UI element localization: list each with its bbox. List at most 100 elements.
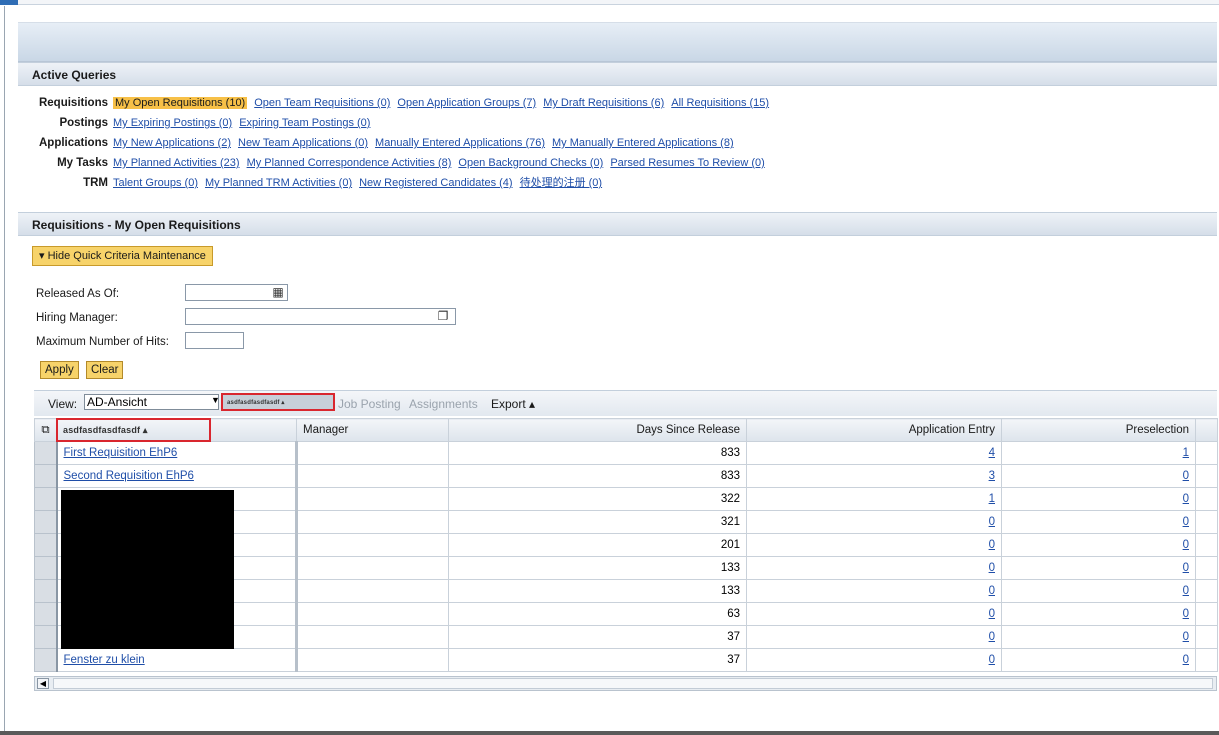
row-selector[interactable]: [34, 533, 58, 557]
days-since-release-cell: 833: [448, 441, 747, 465]
query-link[interactable]: New Team Applications (0): [238, 137, 368, 149]
application-entry-cell: 0: [746, 556, 1002, 580]
chevron-down-icon[interactable]: ▼: [211, 395, 220, 405]
manager-cell: [296, 556, 449, 580]
row-selector[interactable]: [34, 602, 58, 626]
preselection-link[interactable]: 0: [1183, 654, 1189, 666]
query-link[interactable]: Open Background Checks (0): [458, 157, 603, 169]
query-link[interactable]: My Draft Requisitions (6): [543, 97, 664, 109]
preselection-link[interactable]: 0: [1183, 493, 1189, 505]
manager-cell: [296, 441, 449, 465]
row-selector[interactable]: [34, 487, 58, 511]
query-link[interactable]: Open Team Requisitions (0): [254, 97, 390, 109]
overflow-cell: [1195, 441, 1218, 465]
days-since-release-cell: 201: [448, 533, 747, 557]
query-link[interactable]: My New Applications (2): [113, 137, 231, 149]
requisition-link[interactable]: First Requisition EhP6: [64, 447, 178, 459]
application-entry-link[interactable]: 0: [989, 562, 995, 574]
application-entry-link[interactable]: 4: [989, 447, 995, 459]
active-queries-list: Requisitions My Open Requisitions (10) Ope…: [18, 93, 1217, 193]
application-entry-cell: 1: [746, 487, 1002, 511]
overflow-cell: [1195, 487, 1218, 511]
highlighted-column-header: [56, 418, 211, 442]
overflow-cell: [1195, 579, 1218, 603]
application-entry-link[interactable]: 1: [989, 493, 995, 505]
application-entry-link[interactable]: 3: [989, 470, 995, 482]
query-link[interactable]: Open Application Groups (7): [397, 97, 536, 109]
query-link[interactable]: Manually Entered Applications (76): [375, 137, 545, 149]
preselection-link[interactable]: 0: [1183, 608, 1189, 620]
select-all-icon[interactable]: ⧉: [34, 418, 57, 442]
hiring-manager-input[interactable]: [185, 308, 456, 325]
manager-cell: [296, 579, 449, 603]
days-since-release-cell: 63: [448, 602, 747, 626]
application-entry-cell: 0: [746, 510, 1002, 534]
preselection-cell: 0: [1001, 625, 1196, 649]
preselection-link[interactable]: 0: [1183, 516, 1189, 528]
query-link[interactable]: My Planned Activities (23): [113, 157, 240, 169]
days-since-release-cell: 833: [448, 464, 747, 488]
scrollbar-thumb[interactable]: [53, 678, 1213, 689]
query-link[interactable]: All Requisitions (15): [671, 97, 769, 109]
query-link[interactable]: My Open Requisitions (10): [113, 97, 248, 109]
application-entry-link[interactable]: 0: [989, 654, 995, 666]
query-link[interactable]: Talent Groups (0): [113, 177, 198, 189]
preselection-cell: 0: [1001, 602, 1196, 626]
row-selector[interactable]: [34, 625, 58, 649]
overflow-cell: [1195, 556, 1218, 580]
redacted-area: [61, 490, 234, 649]
row-selector[interactable]: [34, 510, 58, 534]
application-entry-link[interactable]: 0: [989, 608, 995, 620]
query-link[interactable]: My Planned TRM Activities (0): [205, 177, 352, 189]
column-header-preselection[interactable]: Preselection: [1001, 418, 1196, 442]
horizontal-scrollbar[interactable]: ◀: [34, 676, 1217, 691]
requisition-link[interactable]: Fenster zu klein: [64, 654, 145, 666]
query-link[interactable]: My Expiring Postings (0): [113, 117, 232, 129]
application-entry-link[interactable]: 0: [989, 585, 995, 597]
hide-quick-criteria-button[interactable]: ▾ Hide Quick Criteria Maintenance: [32, 246, 213, 266]
query-link[interactable]: My Manually Entered Applications (8): [552, 137, 734, 149]
released-as-of-label: Released As Of:: [36, 288, 120, 300]
apply-button[interactable]: Apply: [40, 361, 79, 379]
clear-button[interactable]: Clear: [86, 361, 124, 379]
requisition-link[interactable]: Second Requisition EhP6: [64, 470, 194, 482]
column-header-overflow: [1195, 418, 1218, 442]
hiring-manager-label: Hiring Manager:: [36, 312, 118, 324]
days-since-release-cell: 322: [448, 487, 747, 511]
query-link[interactable]: Parsed Resumes To Review (0): [610, 157, 764, 169]
query-link[interactable]: Expiring Team Postings (0): [239, 117, 370, 129]
job-posting-button[interactable]: Job Posting: [338, 397, 401, 411]
row-selector[interactable]: [34, 464, 58, 488]
preselection-link[interactable]: 0: [1183, 539, 1189, 551]
query-link[interactable]: New Registered Candidates (4): [359, 177, 512, 189]
export-button[interactable]: Export ▴: [491, 397, 535, 411]
preselection-link[interactable]: 0: [1183, 585, 1189, 597]
preselection-link[interactable]: 0: [1183, 562, 1189, 574]
view-select[interactable]: AD-Ansicht: [84, 394, 219, 410]
preselection-cell: 0: [1001, 579, 1196, 603]
row-selector[interactable]: [34, 556, 58, 580]
column-header-days-since-release[interactable]: Days Since Release: [448, 418, 747, 442]
preselection-link[interactable]: 0: [1183, 631, 1189, 643]
application-entry-link[interactable]: 0: [989, 516, 995, 528]
query-link[interactable]: My Planned Correspondence Activities (8): [247, 157, 452, 169]
query-link[interactable]: 待处理的注册 (0): [520, 177, 603, 189]
application-entry-link[interactable]: 0: [989, 631, 995, 643]
application-entry-link[interactable]: 0: [989, 539, 995, 551]
assignments-button[interactable]: Assignments: [409, 397, 478, 411]
row-selector[interactable]: [34, 648, 58, 672]
scroll-left-icon[interactable]: ◀: [37, 678, 49, 689]
manager-cell: [296, 602, 449, 626]
view-select-value: AD-Ansicht: [87, 395, 148, 409]
preselection-link[interactable]: 0: [1183, 470, 1189, 482]
column-header-manager[interactable]: Manager: [296, 418, 449, 442]
value-help-icon[interactable]: ❐: [436, 308, 450, 325]
preselection-link[interactable]: 1: [1183, 447, 1189, 459]
maximum-hits-input[interactable]: [185, 332, 244, 349]
row-selector[interactable]: [34, 579, 58, 603]
calendar-icon[interactable]: ▦: [271, 284, 285, 301]
row-selector[interactable]: [34, 441, 58, 465]
highlighted-toolbar-button[interactable]: asdfasdfasdfasdf ▴: [221, 393, 335, 411]
column-header-application-entry[interactable]: Application Entry: [746, 418, 1002, 442]
query-group-label: Applications: [38, 137, 108, 149]
